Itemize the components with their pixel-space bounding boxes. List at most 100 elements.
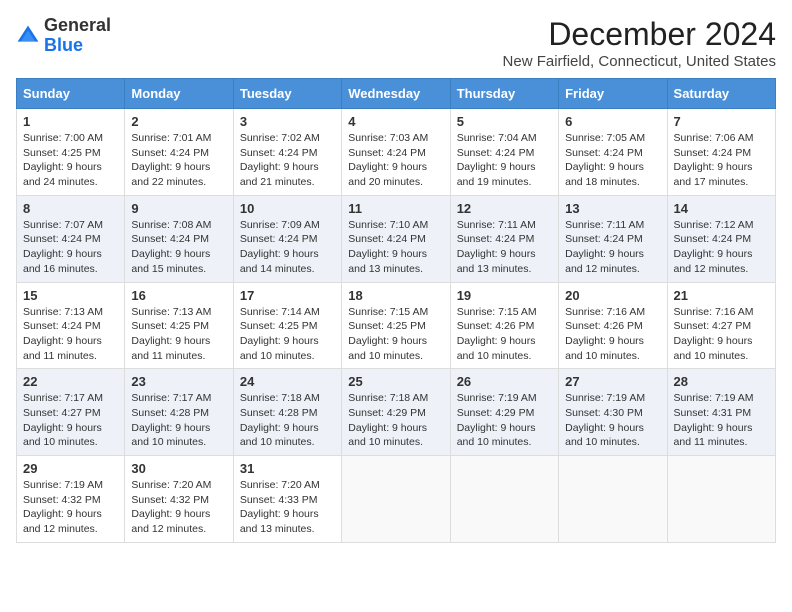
- calendar-cell: 8 Sunrise: 7:07 AMSunset: 4:24 PMDayligh…: [17, 195, 125, 282]
- calendar-cell: 4 Sunrise: 7:03 AMSunset: 4:24 PMDayligh…: [342, 109, 450, 196]
- day-number: 2: [131, 114, 226, 129]
- day-number: 18: [348, 288, 443, 303]
- day-info: Sunrise: 7:03 AMSunset: 4:24 PMDaylight:…: [348, 132, 428, 188]
- calendar: SundayMondayTuesdayWednesdayThursdayFrid…: [16, 78, 776, 543]
- header-cell-thursday: Thursday: [450, 79, 558, 109]
- day-number: 9: [131, 201, 226, 216]
- day-number: 26: [457, 374, 552, 389]
- calendar-cell: 13 Sunrise: 7:11 AMSunset: 4:24 PMDaylig…: [559, 195, 667, 282]
- day-number: 28: [674, 374, 769, 389]
- location: New Fairfield, Connecticut, United State…: [503, 53, 776, 70]
- day-number: 3: [240, 114, 335, 129]
- day-info: Sunrise: 7:12 AMSunset: 4:24 PMDaylight:…: [674, 219, 754, 275]
- logo-blue: Blue: [44, 35, 83, 55]
- day-number: 13: [565, 201, 660, 216]
- day-number: 30: [131, 461, 226, 476]
- day-info: Sunrise: 7:18 AMSunset: 4:29 PMDaylight:…: [348, 392, 428, 448]
- day-number: 23: [131, 374, 226, 389]
- day-info: Sunrise: 7:15 AMSunset: 4:25 PMDaylight:…: [348, 306, 428, 362]
- calendar-cell: 20 Sunrise: 7:16 AMSunset: 4:26 PMDaylig…: [559, 282, 667, 369]
- calendar-cell: [342, 456, 450, 543]
- day-info: Sunrise: 7:13 AMSunset: 4:24 PMDaylight:…: [23, 306, 103, 362]
- day-info: Sunrise: 7:17 AMSunset: 4:27 PMDaylight:…: [23, 392, 103, 448]
- day-info: Sunrise: 7:08 AMSunset: 4:24 PMDaylight:…: [131, 219, 211, 275]
- day-info: Sunrise: 7:16 AMSunset: 4:26 PMDaylight:…: [565, 306, 645, 362]
- day-number: 16: [131, 288, 226, 303]
- calendar-cell: 14 Sunrise: 7:12 AMSunset: 4:24 PMDaylig…: [667, 195, 775, 282]
- day-number: 14: [674, 201, 769, 216]
- day-number: 20: [565, 288, 660, 303]
- calendar-week-5: 29 Sunrise: 7:19 AMSunset: 4:32 PMDaylig…: [17, 456, 776, 543]
- day-number: 6: [565, 114, 660, 129]
- day-info: Sunrise: 7:04 AMSunset: 4:24 PMDaylight:…: [457, 132, 537, 188]
- day-info: Sunrise: 7:20 AMSunset: 4:33 PMDaylight:…: [240, 479, 320, 535]
- header-cell-sunday: Sunday: [17, 79, 125, 109]
- calendar-cell: 10 Sunrise: 7:09 AMSunset: 4:24 PMDaylig…: [233, 195, 341, 282]
- calendar-cell: 30 Sunrise: 7:20 AMSunset: 4:32 PMDaylig…: [125, 456, 233, 543]
- calendar-cell: 22 Sunrise: 7:17 AMSunset: 4:27 PMDaylig…: [17, 369, 125, 456]
- calendar-cell: 24 Sunrise: 7:18 AMSunset: 4:28 PMDaylig…: [233, 369, 341, 456]
- day-number: 22: [23, 374, 118, 389]
- day-info: Sunrise: 7:02 AMSunset: 4:24 PMDaylight:…: [240, 132, 320, 188]
- day-number: 19: [457, 288, 552, 303]
- calendar-cell: 11 Sunrise: 7:10 AMSunset: 4:24 PMDaylig…: [342, 195, 450, 282]
- day-number: 21: [674, 288, 769, 303]
- header-cell-wednesday: Wednesday: [342, 79, 450, 109]
- calendar-week-1: 1 Sunrise: 7:00 AMSunset: 4:25 PMDayligh…: [17, 109, 776, 196]
- day-info: Sunrise: 7:07 AMSunset: 4:24 PMDaylight:…: [23, 219, 103, 275]
- calendar-cell: 7 Sunrise: 7:06 AMSunset: 4:24 PMDayligh…: [667, 109, 775, 196]
- header-cell-friday: Friday: [559, 79, 667, 109]
- header-cell-monday: Monday: [125, 79, 233, 109]
- day-info: Sunrise: 7:16 AMSunset: 4:27 PMDaylight:…: [674, 306, 754, 362]
- calendar-cell: [450, 456, 558, 543]
- day-info: Sunrise: 7:10 AMSunset: 4:24 PMDaylight:…: [348, 219, 428, 275]
- calendar-cell: 26 Sunrise: 7:19 AMSunset: 4:29 PMDaylig…: [450, 369, 558, 456]
- day-info: Sunrise: 7:19 AMSunset: 4:29 PMDaylight:…: [457, 392, 537, 448]
- header: General Blue December 2024 New Fairfield…: [16, 16, 776, 70]
- day-number: 8: [23, 201, 118, 216]
- day-info: Sunrise: 7:17 AMSunset: 4:28 PMDaylight:…: [131, 392, 211, 448]
- calendar-cell: 6 Sunrise: 7:05 AMSunset: 4:24 PMDayligh…: [559, 109, 667, 196]
- title-area: December 2024 New Fairfield, Connecticut…: [503, 16, 776, 70]
- day-number: 11: [348, 201, 443, 216]
- calendar-cell: 27 Sunrise: 7:19 AMSunset: 4:30 PMDaylig…: [559, 369, 667, 456]
- calendar-cell: 12 Sunrise: 7:11 AMSunset: 4:24 PMDaylig…: [450, 195, 558, 282]
- day-info: Sunrise: 7:20 AMSunset: 4:32 PMDaylight:…: [131, 479, 211, 535]
- day-info: Sunrise: 7:00 AMSunset: 4:25 PMDaylight:…: [23, 132, 103, 188]
- logo-text: General Blue: [44, 16, 111, 56]
- day-info: Sunrise: 7:09 AMSunset: 4:24 PMDaylight:…: [240, 219, 320, 275]
- calendar-cell: 1 Sunrise: 7:00 AMSunset: 4:25 PMDayligh…: [17, 109, 125, 196]
- day-info: Sunrise: 7:18 AMSunset: 4:28 PMDaylight:…: [240, 392, 320, 448]
- month-title: December 2024: [503, 16, 776, 53]
- day-number: 29: [23, 461, 118, 476]
- day-info: Sunrise: 7:19 AMSunset: 4:30 PMDaylight:…: [565, 392, 645, 448]
- calendar-cell: 15 Sunrise: 7:13 AMSunset: 4:24 PMDaylig…: [17, 282, 125, 369]
- day-number: 17: [240, 288, 335, 303]
- header-cell-saturday: Saturday: [667, 79, 775, 109]
- day-number: 24: [240, 374, 335, 389]
- calendar-cell: 25 Sunrise: 7:18 AMSunset: 4:29 PMDaylig…: [342, 369, 450, 456]
- day-number: 5: [457, 114, 552, 129]
- calendar-body: 1 Sunrise: 7:00 AMSunset: 4:25 PMDayligh…: [17, 109, 776, 543]
- calendar-cell: [667, 456, 775, 543]
- calendar-cell: 31 Sunrise: 7:20 AMSunset: 4:33 PMDaylig…: [233, 456, 341, 543]
- calendar-cell: 21 Sunrise: 7:16 AMSunset: 4:27 PMDaylig…: [667, 282, 775, 369]
- calendar-cell: 2 Sunrise: 7:01 AMSunset: 4:24 PMDayligh…: [125, 109, 233, 196]
- day-number: 15: [23, 288, 118, 303]
- calendar-cell: 29 Sunrise: 7:19 AMSunset: 4:32 PMDaylig…: [17, 456, 125, 543]
- day-info: Sunrise: 7:14 AMSunset: 4:25 PMDaylight:…: [240, 306, 320, 362]
- day-number: 4: [348, 114, 443, 129]
- day-number: 25: [348, 374, 443, 389]
- calendar-cell: 9 Sunrise: 7:08 AMSunset: 4:24 PMDayligh…: [125, 195, 233, 282]
- calendar-cell: 18 Sunrise: 7:15 AMSunset: 4:25 PMDaylig…: [342, 282, 450, 369]
- calendar-cell: 3 Sunrise: 7:02 AMSunset: 4:24 PMDayligh…: [233, 109, 341, 196]
- day-info: Sunrise: 7:19 AMSunset: 4:32 PMDaylight:…: [23, 479, 103, 535]
- calendar-week-4: 22 Sunrise: 7:17 AMSunset: 4:27 PMDaylig…: [17, 369, 776, 456]
- calendar-header: SundayMondayTuesdayWednesdayThursdayFrid…: [17, 79, 776, 109]
- header-row: SundayMondayTuesdayWednesdayThursdayFrid…: [17, 79, 776, 109]
- calendar-cell: 19 Sunrise: 7:15 AMSunset: 4:26 PMDaylig…: [450, 282, 558, 369]
- logo: General Blue: [16, 16, 111, 56]
- day-number: 27: [565, 374, 660, 389]
- day-info: Sunrise: 7:11 AMSunset: 4:24 PMDaylight:…: [565, 219, 644, 275]
- calendar-cell: 16 Sunrise: 7:13 AMSunset: 4:25 PMDaylig…: [125, 282, 233, 369]
